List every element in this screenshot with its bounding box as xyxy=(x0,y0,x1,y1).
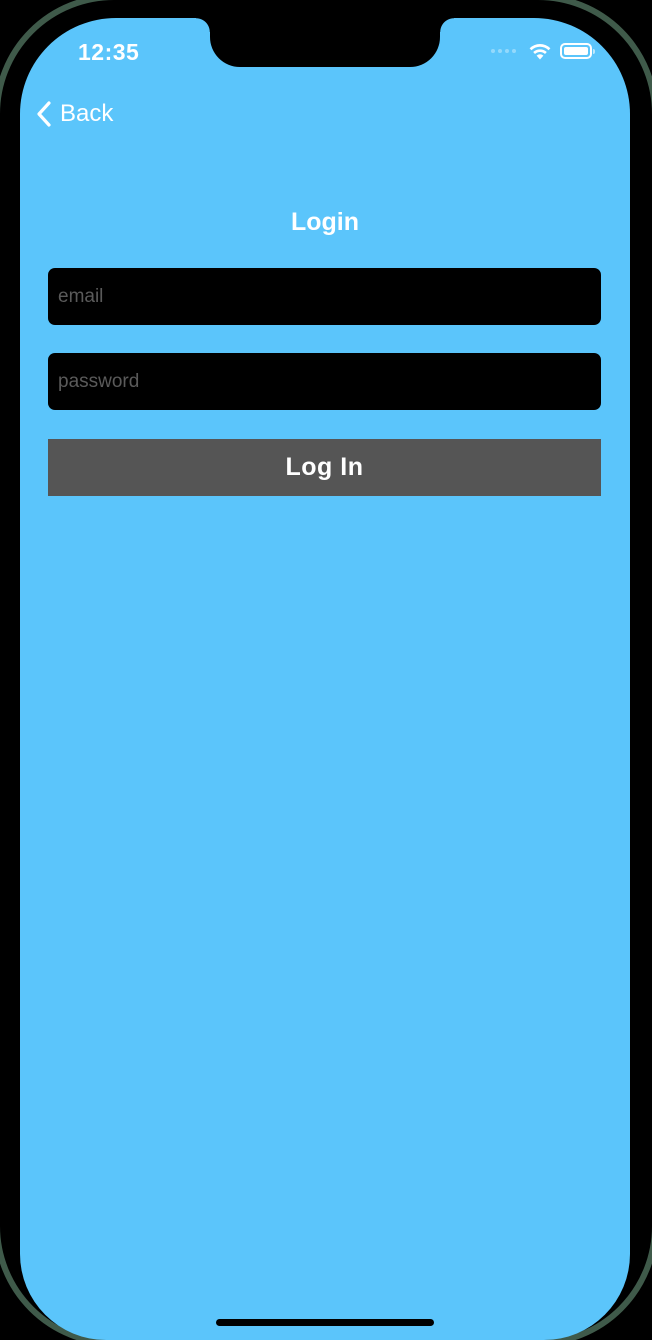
chevron-left-icon xyxy=(37,101,51,127)
back-label: Back xyxy=(60,100,114,127)
status-time: 12:35 xyxy=(78,39,140,65)
wifi-icon xyxy=(529,44,551,60)
back-button[interactable]: Back xyxy=(36,100,113,128)
app-screen: 12:35 Back Login Log In xyxy=(20,18,630,1340)
camera-notch xyxy=(196,18,454,67)
page-title: Login xyxy=(290,208,360,236)
password-input[interactable] xyxy=(48,353,601,410)
device-frame: 12:35 Back Login Log In xyxy=(0,0,652,1340)
status-icons xyxy=(491,42,595,60)
home-indicator[interactable] xyxy=(216,1319,434,1326)
signal-icon xyxy=(491,49,516,53)
battery-icon xyxy=(560,43,595,59)
email-input[interactable] xyxy=(48,268,601,325)
log-in-button[interactable]: Log In xyxy=(48,439,601,496)
